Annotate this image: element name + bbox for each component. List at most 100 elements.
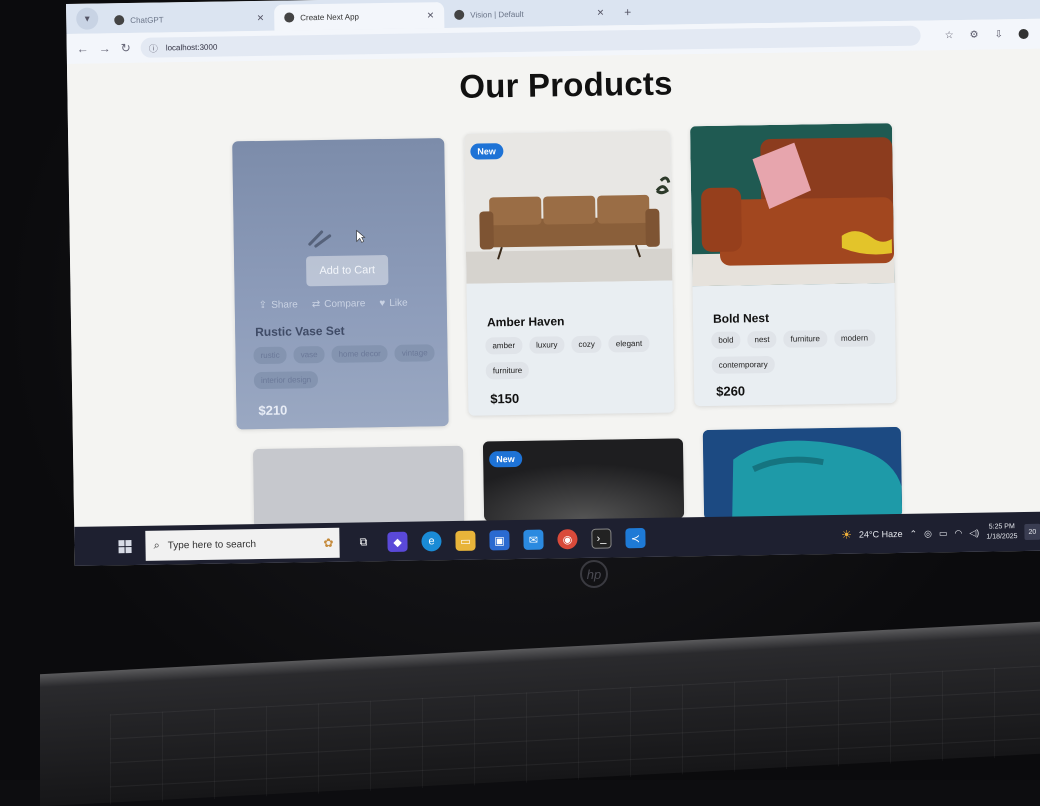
tray-app-icon[interactable]: ◎ [924, 528, 932, 539]
search-icon: ⌕ [153, 539, 160, 552]
tag[interactable]: interior design [253, 371, 319, 390]
mail-icon[interactable]: ✉ [523, 529, 544, 550]
product-tags: bold nest furniture modern contemporary [711, 329, 884, 374]
product-card-row2-1[interactable] [253, 445, 465, 530]
search-highlight-icon: ✿ [323, 535, 334, 551]
tab-label: ChatGPT [130, 14, 164, 25]
profile-avatar-icon[interactable] [1018, 28, 1030, 39]
laptop-screen: ▾ ChatGPT ✕ Create Next App ✕ Vision | D… [66, 0, 1040, 566]
chatgpt-favicon-icon [114, 15, 125, 26]
share-icon: ⇪ [258, 299, 268, 312]
forward-arrow-icon[interactable]: → [99, 41, 111, 55]
taskbar-search-box[interactable]: ⌕ Type here to search ✿ [145, 527, 340, 561]
downloads-icon[interactable]: ⇩ [995, 29, 1004, 40]
product-name: Amber Haven [486, 314, 565, 330]
product-price: $210 [258, 402, 288, 419]
windows-start-icon[interactable] [118, 539, 132, 553]
vscode-icon[interactable]: ≺ [625, 527, 646, 549]
weather-haze-icon: ☀ [841, 527, 853, 542]
edge-browser-icon[interactable]: e [421, 531, 442, 552]
tab-vision[interactable]: Vision | Default ✕ [444, 0, 614, 28]
clock-time: 5:25 PM [988, 523, 1015, 531]
product-name: Rustic Vase Set [255, 323, 345, 340]
notification-count-badge[interactable]: 20 [1024, 523, 1040, 541]
tag[interactable]: furniture [485, 361, 530, 380]
close-tab-icon[interactable]: ✕ [597, 7, 605, 18]
product-price: $260 [716, 383, 746, 399]
site-info-icon[interactable]: ⓘ [149, 41, 158, 54]
url-text: localhost:3000 [165, 42, 218, 52]
tag[interactable]: luxury [528, 336, 565, 354]
like-action[interactable]: ♥ Like [379, 298, 407, 309]
copilot-icon[interactable]: ◆ [387, 531, 408, 553]
product-image [253, 445, 465, 530]
volume-icon[interactable]: ◁) [969, 527, 979, 538]
product-name: Bold Nest [712, 310, 770, 326]
mouse-cursor-icon [356, 229, 366, 243]
tab-search-icon[interactable]: ▾ [76, 7, 99, 30]
star-icon[interactable]: ☆ [945, 30, 954, 41]
task-view-icon[interactable]: ⧉ [353, 532, 373, 552]
tag[interactable]: vase [293, 345, 325, 364]
orange-sofa-product-image [689, 123, 895, 287]
tag[interactable]: home decor [331, 344, 388, 363]
product-tags: amber luxury cozy elegant furniture [485, 334, 662, 380]
product-card-rustic-vase-set[interactable]: Add to Cart ⇪ Share ⇄ Compare ♥ Like Rustic… [232, 138, 449, 430]
teal-sofa-product-image [702, 426, 903, 521]
system-tray: ☀ 24°C Haze ⌃ ◎ ▭ ◠ ◁) 5:25 PM 1/18/2025… [841, 522, 1040, 545]
new-badge: New [489, 450, 522, 468]
tag[interactable]: amber [485, 336, 523, 355]
compare-icon: ⇄ [311, 299, 321, 311]
tab-create-next-app[interactable]: Create Next App ✕ [274, 2, 445, 31]
product-card-row2-2[interactable]: New [482, 438, 685, 522]
card-actions: ⇪ Share ⇄ Compare ♥ Like [259, 298, 408, 311]
taskbar-clock[interactable]: 5:25 PM 1/18/2025 [986, 522, 1017, 542]
terminal-icon[interactable]: ›_ [591, 528, 612, 549]
tab-label: Create Next App [300, 11, 360, 22]
wifi-icon[interactable]: ◠ [954, 527, 962, 538]
tab-chatgpt[interactable]: ChatGPT ✕ [104, 5, 274, 34]
new-tab-plus-icon[interactable]: + [624, 5, 631, 19]
new-badge: New [470, 143, 504, 160]
product-card-bold-nest[interactable]: Bold Nest bold nest furniture modern con… [689, 123, 897, 407]
battery-icon[interactable]: ▭ [939, 528, 948, 539]
search-placeholder: Type here to search [167, 538, 257, 551]
clock-date: 1/18/2025 [986, 533, 1018, 541]
tag[interactable]: cozy [571, 335, 603, 354]
product-card-amber-haven[interactable]: New Amber Haven amber luxury cozy elegan… [464, 130, 675, 416]
product-tags: rustic vase home decor vintage interior … [253, 344, 436, 390]
tray-overflow-chevron-icon[interactable]: ⌃ [909, 528, 917, 539]
chrome-icon[interactable]: ◉ [557, 529, 578, 550]
vision-favicon-icon [454, 9, 465, 20]
close-tab-icon[interactable]: ✕ [257, 12, 265, 23]
tag[interactable]: contemporary [711, 355, 775, 374]
file-explorer-icon[interactable]: ▭ [455, 530, 476, 551]
product-card-row2-3[interactable] [702, 426, 903, 521]
share-action[interactable]: ⇪ Share [259, 299, 298, 311]
heart-icon: ♥ [379, 298, 386, 310]
weather-text[interactable]: 24°C Haze [859, 529, 903, 540]
add-to-cart-button[interactable]: Add to Cart [305, 254, 389, 287]
products-page: Our Products Add to Cart ⇪ Share ⇄ Compare… [66, 48, 1040, 530]
tag[interactable]: nest [747, 330, 777, 349]
tag[interactable]: modern [833, 329, 876, 347]
nextjs-favicon-icon [284, 12, 295, 23]
hp-logo-icon: hp [580, 560, 608, 588]
tag[interactable]: furniture [783, 330, 828, 348]
tag[interactable]: vintage [394, 344, 435, 362]
close-tab-icon[interactable]: ✕ [427, 10, 435, 21]
pinned-apps: ⧉ ◆ e ▭ ▣ ✉ ◉ ›_ ≺ [353, 527, 646, 553]
vase-silhouette-icon [308, 230, 332, 248]
product-price: $150 [490, 390, 520, 407]
tab-label: Vision | Default [470, 9, 524, 20]
tag[interactable]: rustic [253, 346, 287, 365]
back-arrow-icon[interactable]: ← [77, 42, 89, 56]
page-title: Our Products [459, 64, 673, 105]
compare-action[interactable]: ⇄ Compare [312, 298, 366, 310]
tag[interactable]: elegant [608, 334, 650, 353]
extension-icon[interactable]: ⚙ [970, 29, 979, 40]
reload-icon[interactable]: ↻ [121, 41, 131, 55]
toolbar-actions: ☆ ⚙ ⇩ ⋮ [945, 28, 1040, 41]
tag[interactable]: bold [711, 331, 741, 349]
store-icon[interactable]: ▣ [489, 530, 510, 551]
